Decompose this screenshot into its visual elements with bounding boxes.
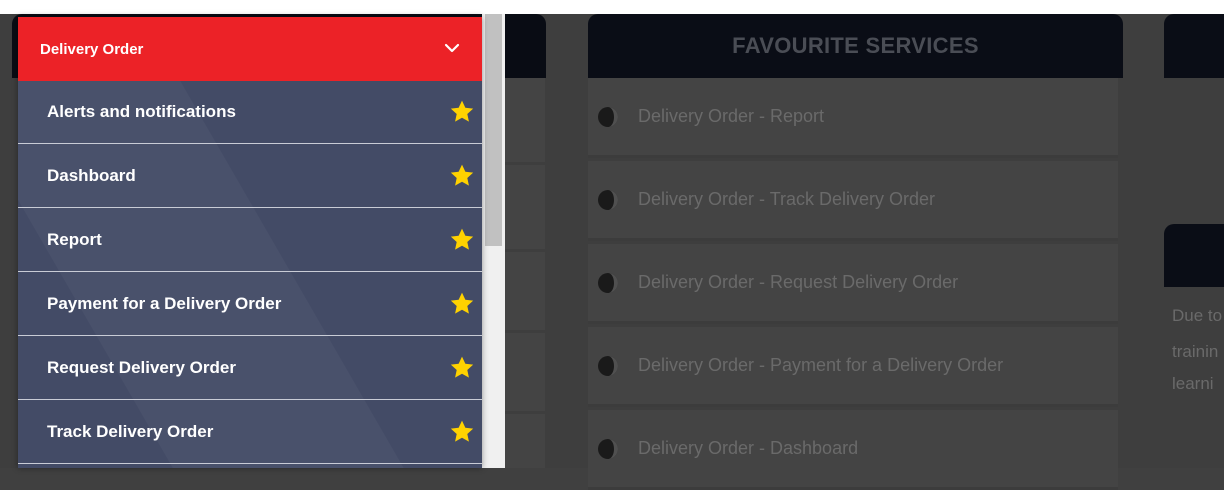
menu-item-report[interactable]: Report bbox=[18, 209, 482, 272]
favourite-services-title: FAVOURITE SERVICES bbox=[588, 14, 1123, 78]
menu-item-request-delivery-order[interactable]: Request Delivery Order bbox=[18, 337, 482, 400]
menu-item-alerts-and-notifications[interactable]: Alerts and notifications bbox=[18, 81, 482, 144]
menu-item-track-delivery-order[interactable]: Track Delivery Order bbox=[18, 401, 482, 464]
top-strip bbox=[0, 0, 1224, 14]
half-circle-icon bbox=[596, 354, 620, 378]
menu-item-label: Payment for a Delivery Order bbox=[47, 294, 282, 313]
favourite-service-item[interactable]: Delivery Order - Request Delivery Order bbox=[588, 244, 1118, 324]
half-circle-icon bbox=[596, 437, 620, 461]
favourite-service-label: Delivery Order - Track Delivery Order bbox=[638, 189, 936, 209]
favourite-service-item[interactable]: Delivery Order - Dashboard bbox=[588, 410, 1118, 490]
favourite-service-label: Delivery Order - Dashboard bbox=[638, 438, 859, 458]
menu-item-label: Track Delivery Order bbox=[47, 422, 214, 441]
star-icon[interactable] bbox=[448, 418, 476, 446]
dropdown-header[interactable]: Delivery Order bbox=[18, 17, 482, 81]
star-icon[interactable] bbox=[448, 162, 476, 190]
favourite-service-item[interactable]: Delivery Order - Report bbox=[588, 78, 1118, 158]
star-icon[interactable] bbox=[448, 98, 476, 126]
side-panel-text-line: learni bbox=[1172, 374, 1214, 393]
favourite-services-card: FAVOURITE SERVICES Delivery Order - Repo… bbox=[588, 14, 1123, 490]
menu-item-label: Dashboard bbox=[47, 166, 136, 185]
star-icon[interactable] bbox=[448, 226, 476, 254]
favourite-service-item[interactable]: Delivery Order - Track Delivery Order bbox=[588, 161, 1118, 241]
favourite-service-item[interactable]: Delivery Order - Payment for a Delivery … bbox=[588, 327, 1118, 407]
menu-item-payment-for-a-delivery-order[interactable]: Payment for a Delivery Order bbox=[18, 273, 482, 336]
left-card-row bbox=[505, 333, 545, 411]
service-dropdown-menu: Delivery Order Alerts and notifications … bbox=[18, 17, 482, 468]
half-circle-icon bbox=[596, 188, 620, 212]
star-icon[interactable] bbox=[448, 290, 476, 318]
half-circle-icon bbox=[596, 105, 620, 129]
chevron-down-icon[interactable] bbox=[444, 40, 460, 58]
side-panel-text-line: Due to bbox=[1172, 306, 1223, 325]
dropdown-title: Delivery Order bbox=[40, 40, 144, 58]
star-icon[interactable] bbox=[448, 354, 476, 382]
menu-item-label: Report bbox=[47, 230, 102, 249]
left-card-row bbox=[505, 414, 545, 468]
favourite-service-label: Delivery Order - Payment for a Delivery … bbox=[638, 355, 1004, 375]
right-card-header bbox=[1164, 14, 1224, 78]
favourite-service-label: Delivery Order - Request Delivery Order bbox=[638, 272, 959, 292]
side-panel-text-line: trainin bbox=[1172, 342, 1219, 361]
half-circle-icon bbox=[596, 271, 620, 295]
left-card-row bbox=[505, 165, 545, 249]
right-card-header-2 bbox=[1164, 224, 1224, 287]
scrollbar-thumb[interactable] bbox=[485, 14, 502, 246]
menu-item-label: Alerts and notifications bbox=[47, 102, 236, 121]
left-card-row bbox=[505, 78, 545, 162]
left-card-row bbox=[505, 252, 545, 330]
menu-item-label: Request Delivery Order bbox=[47, 358, 236, 377]
menu-item-dashboard[interactable]: Dashboard bbox=[18, 145, 482, 208]
favourite-service-label: Delivery Order - Report bbox=[638, 106, 825, 126]
